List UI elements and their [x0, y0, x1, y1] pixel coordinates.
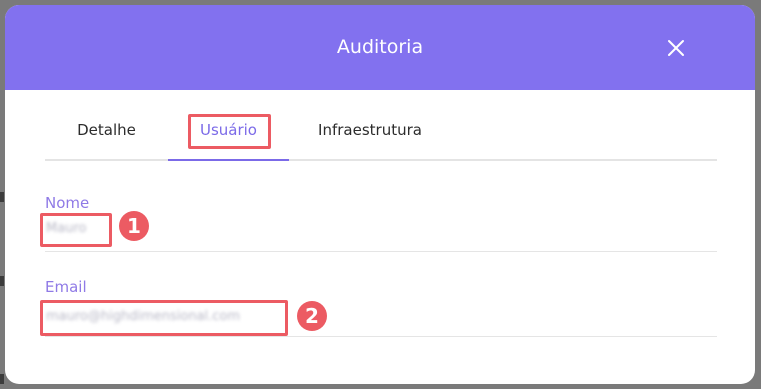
nome-label: Nome: [45, 194, 90, 212]
tab-bar: Detalhe Usuário Infraestrutura: [45, 107, 717, 163]
email-divider: [45, 336, 717, 337]
backdrop-text-fragment: [0, 374, 4, 384]
tab-detalhe[interactable]: Detalhe: [45, 107, 168, 159]
tab-bar-divider: [45, 159, 717, 161]
active-tab-indicator: [168, 159, 289, 161]
nome-divider: [45, 251, 717, 252]
backdrop-text-fragment: [0, 276, 4, 286]
email-value: mauro@highdimensional.com: [46, 309, 241, 324]
close-button[interactable]: [661, 33, 691, 63]
marker-2-badge: 2: [297, 301, 327, 331]
audit-modal: Auditoria Detalhe Usuário Infraestrutura…: [5, 5, 755, 384]
tab-infraestrutura[interactable]: Infraestrutura: [289, 107, 451, 159]
close-icon: [668, 40, 684, 56]
modal-header: Auditoria: [5, 5, 755, 90]
tab-highlight-box: [188, 114, 271, 149]
modal-title: Auditoria: [336, 36, 424, 58]
email-label: Email: [45, 278, 87, 296]
backdrop-text-fragment: [0, 192, 4, 202]
nome-value: Mauro: [46, 221, 87, 236]
marker-1-badge: 1: [119, 211, 149, 241]
